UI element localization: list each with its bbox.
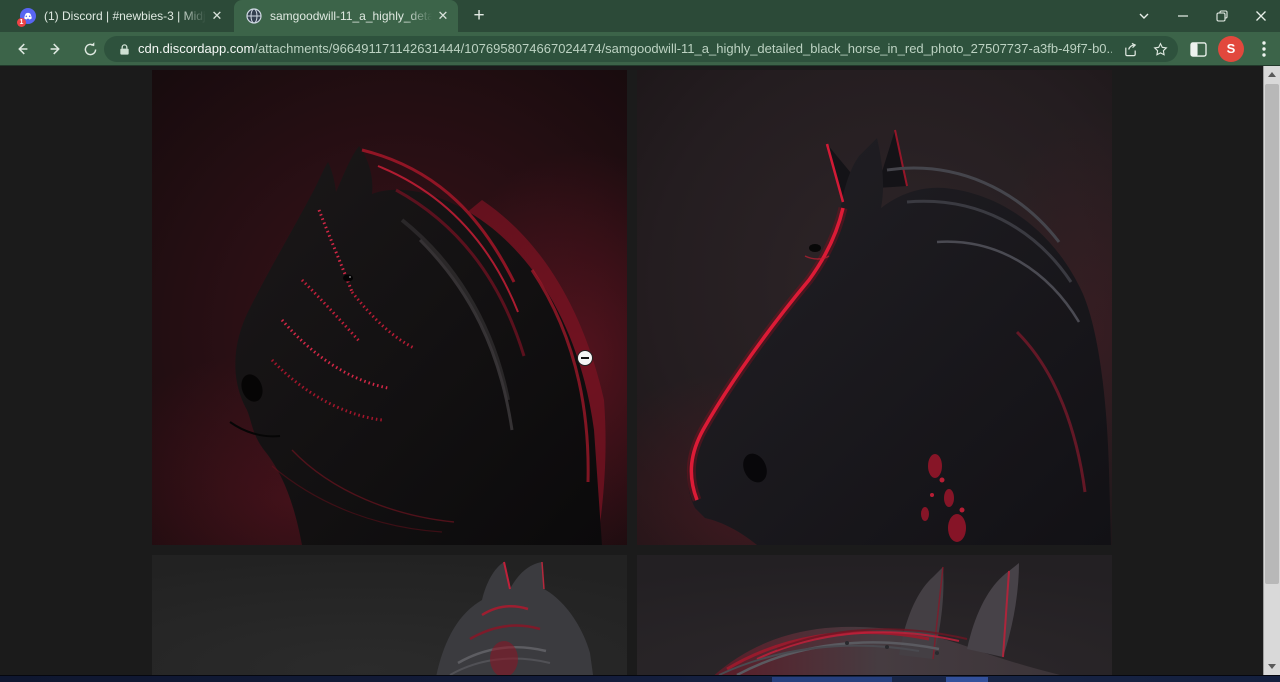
address-bar[interactable]: cdn.discordapp.com/attachments/966491171… [104,36,1178,62]
horse-image-bottom-right[interactable] [637,555,1112,675]
taskbar-highlight [772,677,892,682]
toolbar: cdn.discordapp.com/attachments/966491171… [0,32,1280,66]
share-icon[interactable] [1120,39,1140,59]
lock-icon[interactable] [114,39,134,59]
tab-discord[interactable]: 1 (1) Discord | #newbies-3 | Midjou ✕ [8,0,232,32]
back-icon[interactable] [8,35,36,63]
tab-close-icon[interactable]: ✕ [434,7,452,25]
scroll-up-button[interactable] [1264,66,1280,83]
new-tab-button[interactable]: + [466,4,492,28]
url-text[interactable]: cdn.discordapp.com/attachments/966491171… [138,36,1112,62]
maximize-restore-icon[interactable] [1202,0,1241,32]
tab-title: samgoodwill-11_a_highly_detaile [270,8,432,24]
taskbar-highlight [946,677,988,682]
horse-image-grid[interactable] [152,70,1112,675]
reload-icon[interactable] [76,35,104,63]
globe-favicon-icon [246,8,262,24]
url-path: /attachments/966491171142631444/10769580… [254,41,1112,56]
horse-image-top-left[interactable] [152,70,627,545]
close-icon[interactable] [1241,0,1280,32]
tab-active-image[interactable]: samgoodwill-11_a_highly_detaile ✕ [234,0,458,32]
discord-favicon-icon: 1 [20,8,36,24]
horse-image-top-right[interactable] [637,70,1112,545]
side-panel-icon[interactable] [1188,39,1208,59]
scroll-down-button[interactable] [1264,658,1280,675]
unread-badge: 1 [17,18,26,27]
browser-window: 1 (1) Discord | #newbies-3 | Midjou ✕ sa… [0,0,1280,682]
profile-avatar[interactable]: S [1218,36,1244,62]
vertical-scrollbar[interactable] [1263,66,1280,675]
minimize-icon[interactable] [1163,0,1202,32]
tab-close-icon[interactable]: ✕ [208,7,226,25]
scroll-up-arrow-icon [1268,72,1276,77]
horse-image-bottom-left[interactable] [152,555,627,675]
zoom-out-cursor-icon [577,350,593,366]
scroll-down-arrow-icon [1268,664,1276,669]
window-controls [1124,0,1280,32]
tab-bar: 1 (1) Discord | #newbies-3 | Midjou ✕ sa… [0,0,1280,32]
tab-title: (1) Discord | #newbies-3 | Midjou [44,8,206,24]
windows-taskbar-edge[interactable] [0,675,1280,682]
tab-search-icon[interactable] [1124,0,1163,32]
page-content [0,66,1280,675]
menu-kebab-icon[interactable] [1254,39,1274,59]
forward-icon[interactable] [42,35,70,63]
url-domain: cdn.discordapp.com [138,41,254,56]
scrollbar-thumb[interactable] [1265,84,1279,584]
bookmark-star-icon[interactable] [1150,39,1170,59]
